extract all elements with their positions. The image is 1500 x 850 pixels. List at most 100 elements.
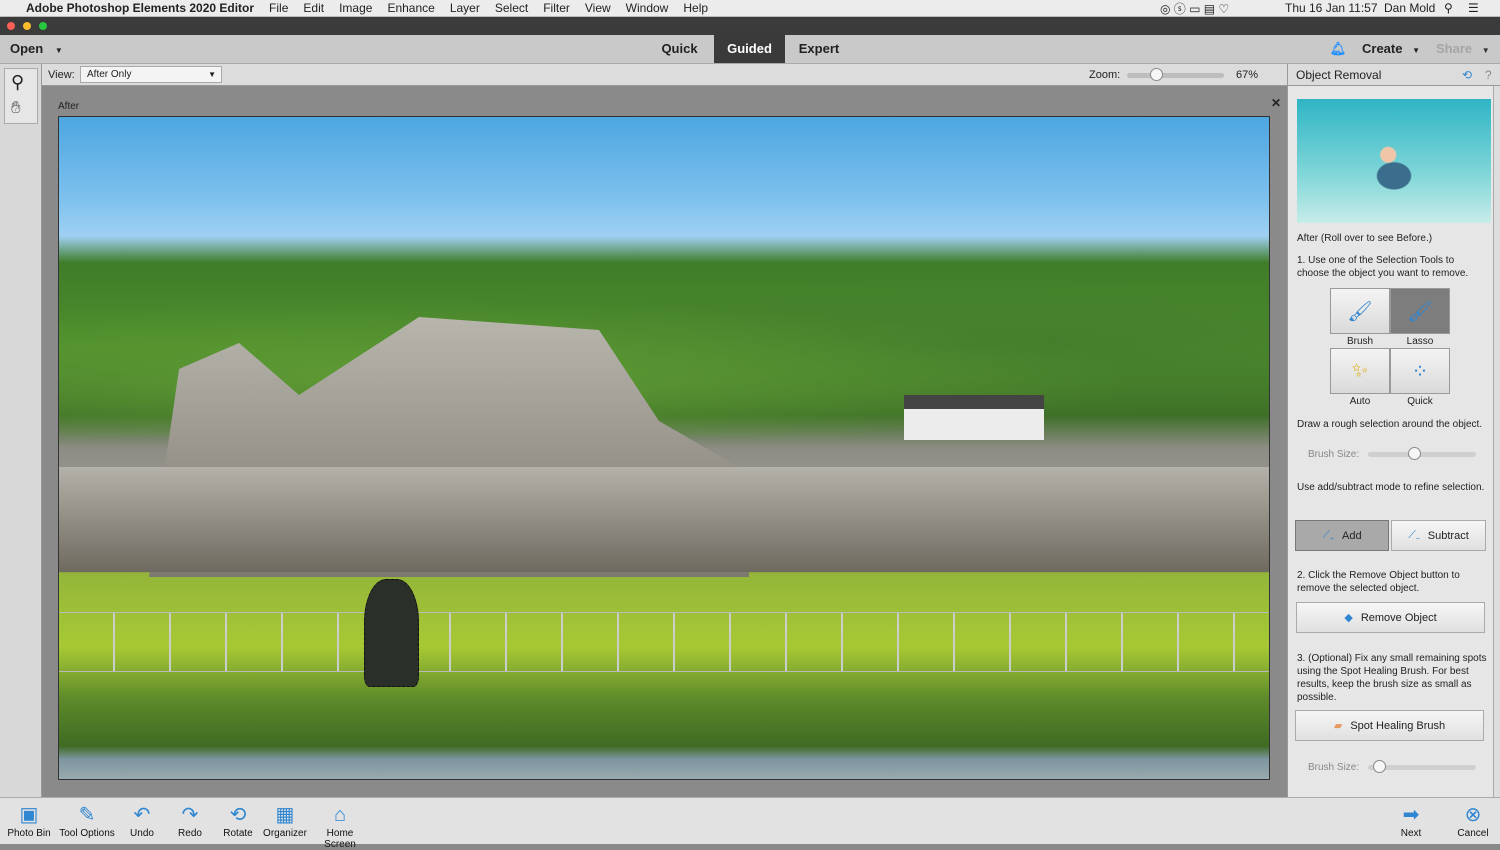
hint-text: Draw a rough selection around the object…: [1297, 419, 1483, 430]
share-button[interactable]: Share ▼: [1436, 35, 1496, 63]
notification-list-icon[interactable]: ☰: [1468, 1, 1479, 15]
menu-edit[interactable]: Edit: [303, 1, 324, 15]
stone-wall: [59, 467, 1269, 572]
minimize-window-button[interactable]: [23, 22, 31, 30]
rotate-label: Rotate: [223, 828, 253, 839]
rotate-button[interactable]: ⟲ Rotate: [220, 802, 256, 839]
auto-tool-button[interactable]: ✨︎: [1330, 348, 1390, 394]
close-icon[interactable]: ✕: [1271, 96, 1281, 110]
view-value: After Only: [87, 69, 132, 80]
photo-bin-button[interactable]: ▣ Photo Bin: [6, 802, 52, 839]
quick-tool-button[interactable]: ⁘: [1390, 348, 1450, 394]
panel-title: Object Removal: [1296, 68, 1382, 82]
step1-text: 1. Use one of the Selection Tools to cho…: [1297, 255, 1469, 279]
cancel-label: Cancel: [1457, 828, 1489, 839]
hand-tool-icon[interactable]: ✋︎: [11, 98, 21, 118]
reset-icon[interactable]: ⟲: [1462, 64, 1472, 86]
create-button[interactable]: Create ▼: [1362, 35, 1422, 63]
next-label: Next: [1400, 828, 1422, 839]
menu-window[interactable]: Window: [626, 1, 669, 15]
zoom-slider[interactable]: [1127, 68, 1224, 81]
menu-enhance[interactable]: Enhance: [387, 1, 434, 15]
lasso-icon: 🖌︎: [1407, 300, 1433, 323]
home-icon: ⌂: [333, 804, 347, 826]
brush-size-slider[interactable]: [1368, 447, 1476, 460]
close-window-button[interactable]: [7, 22, 15, 30]
user-name[interactable]: Dan Mold: [1384, 1, 1435, 15]
brush-tool-button[interactable]: 🖌︎: [1330, 288, 1390, 334]
photo-bin-label: Photo Bin: [7, 828, 51, 839]
bottom-bar: ▣ Photo Bin ✎ Tool Options ↶ Undo ↷ Redo ⟲ Ro…: [0, 797, 1500, 850]
zoom-value: 67%: [1236, 69, 1259, 81]
status-icons[interactable]: ◎ ⓢ ▭ ▤ ♡: [1160, 0, 1229, 17]
chevron-down-icon: ▼: [208, 70, 216, 79]
open-button[interactable]: Open ▼: [10, 35, 70, 63]
app-header: Open ▼ Quick Guided Expert 🔔︎ Create ▼ S…: [0, 35, 1500, 64]
brush-size-slider-2[interactable]: [1368, 760, 1476, 773]
step3-text: 3. (Optional) Fix any small remaining sp…: [1297, 653, 1487, 703]
menu-image[interactable]: Image: [339, 1, 372, 15]
menu-help[interactable]: Help: [683, 1, 708, 15]
lasso-label: Lasso: [1406, 336, 1434, 347]
bell-icon[interactable]: 🔔︎: [1328, 35, 1348, 63]
remove-object-button[interactable]: ◆ Remove Object: [1296, 602, 1485, 633]
undo-button[interactable]: ↶ Undo: [126, 802, 158, 839]
house: [904, 395, 1044, 440]
remove-label: Remove Object: [1360, 611, 1437, 624]
menu-filter[interactable]: Filter: [543, 1, 570, 15]
next-button[interactable]: ➡ Next: [1396, 802, 1426, 839]
subtract-mode-button[interactable]: ⟋₋ Subtract: [1391, 520, 1486, 551]
menu-layer[interactable]: Layer: [450, 1, 480, 15]
preview-thumbnail[interactable]: [1297, 99, 1491, 223]
spotlight-icon[interactable]: ⚲: [1444, 1, 1453, 15]
home-screen-label: Home Screen: [324, 828, 356, 850]
chevron-down-icon: ▼: [1481, 46, 1490, 55]
panel-scrollbar[interactable]: [1493, 86, 1500, 797]
share-label: Share: [1436, 41, 1473, 56]
auto-label: Auto: [1349, 396, 1371, 407]
view-label: View:: [48, 69, 75, 81]
redo-icon: ↷: [181, 804, 199, 826]
slider-thumb[interactable]: [1372, 760, 1386, 773]
menu-file[interactable]: File: [269, 1, 288, 15]
menu-view[interactable]: View: [585, 1, 611, 15]
spot-healing-button[interactable]: ▰ Spot Healing Brush: [1295, 710, 1484, 741]
quick-label: Quick: [1407, 396, 1433, 407]
lasso-tool-button[interactable]: 🖌︎: [1390, 288, 1450, 334]
brush-size-label-2: Brush Size:: [1308, 762, 1360, 773]
tool-options-button[interactable]: ✎ Tool Options: [58, 802, 116, 839]
zoom-tool-icon[interactable]: ⚲: [11, 72, 24, 93]
tab-quick[interactable]: Quick: [645, 35, 714, 63]
clock[interactable]: Thu 16 Jan 11:57: [1285, 1, 1378, 15]
guided-panel: Object Removal ⟲ ? After (Roll over to s…: [1287, 64, 1500, 797]
redo-button[interactable]: ↷ Redo: [174, 802, 206, 839]
add-mode-button[interactable]: ⟋₊ Add: [1295, 520, 1389, 551]
organizer-button[interactable]: ▦ Organizer: [262, 802, 308, 839]
zoom-window-button[interactable]: [39, 22, 47, 30]
panel-header: Object Removal ⟲ ?: [1288, 64, 1500, 86]
home-screen-button[interactable]: ⌂ Home Screen: [310, 802, 370, 850]
options-bar: View: After Only ▼ Zoom: 67%: [42, 64, 1287, 86]
organizer-label: Organizer: [263, 828, 307, 839]
undo-icon: ↶: [133, 804, 151, 826]
step2-text: 2. Click the Remove Object button to rem…: [1297, 570, 1460, 594]
create-label: Create: [1362, 41, 1403, 56]
zoom-label: Zoom:: [1089, 69, 1121, 81]
bandage-icon: ▰: [1333, 720, 1343, 732]
spot-label: Spot Healing Brush: [1350, 719, 1446, 732]
zoom-slider-thumb[interactable]: [1149, 68, 1163, 81]
app-name[interactable]: Adobe Photoshop Elements 2020 Editor: [26, 1, 254, 15]
cancel-button[interactable]: ⊗ Cancel: [1454, 802, 1492, 839]
tool-options-label: Tool Options: [59, 828, 115, 839]
mac-menubar: Adobe Photoshop Elements 2020 Editor Fil…: [0, 0, 1500, 17]
arrow-right-icon: ➡: [1402, 804, 1420, 826]
photo-canvas[interactable]: [58, 116, 1270, 780]
menu-select[interactable]: Select: [495, 1, 528, 15]
slider-thumb[interactable]: [1407, 447, 1421, 460]
help-icon[interactable]: ?: [1485, 64, 1492, 86]
tab-guided[interactable]: Guided: [714, 35, 785, 63]
selected-person[interactable]: [364, 579, 419, 687]
redo-label: Redo: [178, 828, 202, 839]
view-select[interactable]: After Only ▼: [80, 66, 222, 83]
tab-expert[interactable]: Expert: [785, 35, 853, 63]
